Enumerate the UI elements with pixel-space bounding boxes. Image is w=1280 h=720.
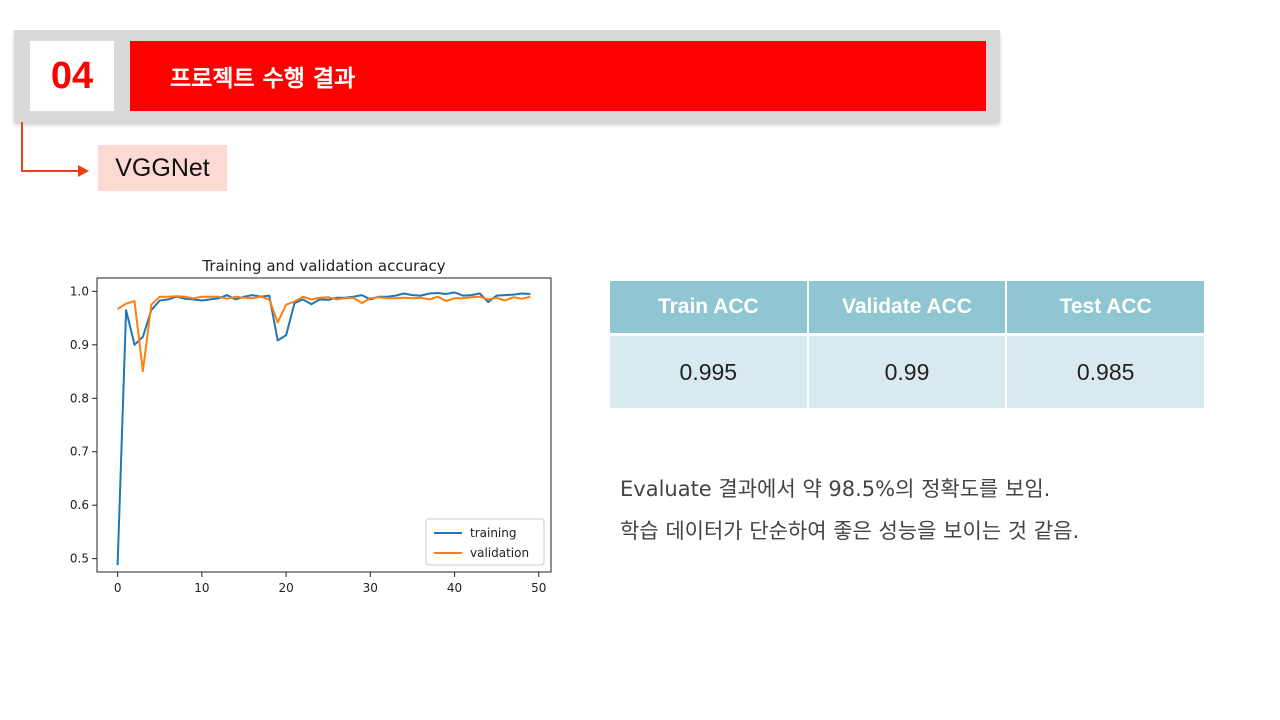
- x-tick-label: 50: [531, 581, 546, 595]
- x-tick-label: 0: [114, 581, 122, 595]
- section-title: 프로젝트 수행 결과: [130, 41, 986, 111]
- value-validate-acc: 0.99: [807, 334, 1008, 408]
- connector-line: [21, 122, 23, 172]
- chart-title: Training and validation accuracy: [201, 257, 445, 275]
- result-notes: Evaluate 결과에서 약 98.5%의 정확도를 보임. 학습 데이터가 …: [620, 468, 1079, 552]
- value-train-acc: 0.995: [610, 334, 809, 408]
- table-header-row: Train ACC Validate ACC Test ACC: [610, 281, 1204, 336]
- accuracy-chart: Training and validation accuracy 0 10 20 30 4…: [70, 257, 552, 595]
- y-tick-label: 0.9: [70, 338, 89, 352]
- section-number: 04: [30, 41, 114, 111]
- connector-line-horizontal: [21, 170, 81, 172]
- header-train-acc: Train ACC: [610, 281, 809, 336]
- x-tick-label: 20: [278, 581, 293, 595]
- value-test-acc: 0.985: [1006, 334, 1204, 408]
- y-tick-label: 0.5: [70, 552, 89, 566]
- x-tick-label: 40: [447, 581, 462, 595]
- header-test-acc: Test ACC: [1006, 281, 1204, 336]
- y-tick-label: 1.0: [70, 284, 89, 298]
- header-validate-acc: Validate ACC: [807, 281, 1008, 336]
- arrow-icon: [78, 165, 89, 177]
- x-tick-label: 30: [363, 581, 378, 595]
- series-line-validation: [117, 295, 531, 372]
- legend-label-validation: validation: [470, 546, 529, 560]
- note-line: Evaluate 결과에서 약 98.5%의 정확도를 보임.: [620, 477, 1051, 501]
- note-line: 학습 데이터가 단순하여 좋은 성능을 보이는 것 같음.: [620, 519, 1080, 543]
- y-tick-label: 0.8: [70, 391, 89, 405]
- model-label: VGGNet: [98, 145, 227, 191]
- y-tick-label: 0.6: [70, 498, 89, 512]
- y-tick-label: 0.7: [70, 445, 89, 459]
- table-row: 0.995 0.99 0.985: [610, 334, 1204, 408]
- x-tick-label: 10: [194, 581, 209, 595]
- legend-label-training: training: [470, 526, 517, 540]
- accuracy-table: Train ACC Validate ACC Test ACC 0.995 0.…: [610, 281, 1204, 408]
